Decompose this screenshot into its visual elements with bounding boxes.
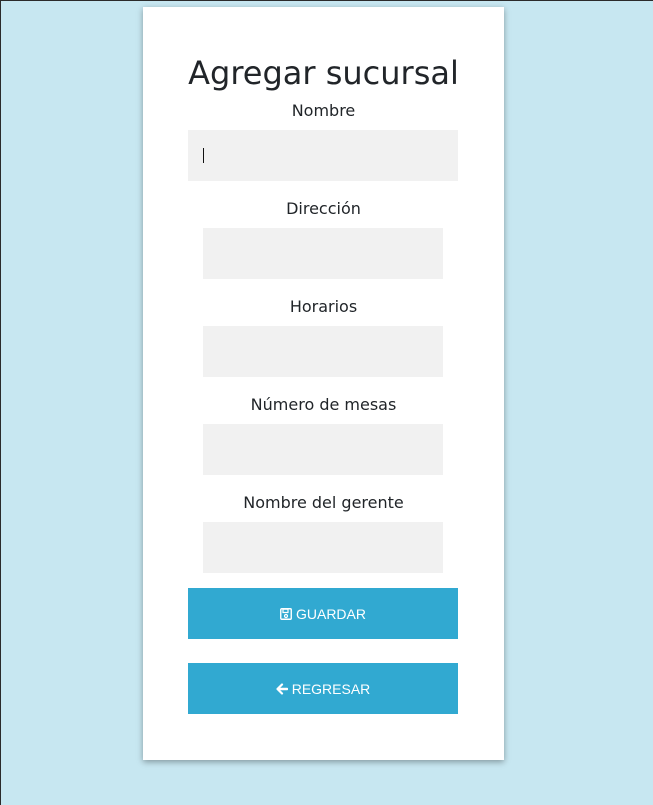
back-button[interactable]: REGRESAR — [188, 663, 458, 714]
numero-mesas-label: Número de mesas — [250, 395, 397, 414]
back-button-label: REGRESAR — [291, 680, 371, 697]
form-card: Agregar sucursal Nombre Dirección Horari… — [143, 7, 504, 760]
nombre-gerente-label: Nombre del gerente — [243, 493, 404, 512]
nombre-gerente-input[interactable] — [203, 522, 443, 573]
text-caret — [203, 148, 204, 163]
numero-mesas-input[interactable] — [203, 424, 443, 475]
horarios-input[interactable] — [203, 326, 443, 377]
direccion-label: Dirección — [286, 199, 361, 218]
floppy-disk-icon — [280, 607, 292, 620]
nombre-label: Nombre — [291, 101, 356, 120]
nombre-input[interactable] — [188, 130, 458, 181]
direccion-input[interactable] — [203, 228, 443, 279]
arrow-left-icon — [276, 682, 288, 695]
page-title: Agregar sucursal — [188, 54, 459, 92]
save-button-label: GUARDAR — [295, 605, 366, 622]
save-button[interactable]: GUARDAR — [188, 588, 458, 639]
horarios-label: Horarios — [289, 297, 358, 316]
